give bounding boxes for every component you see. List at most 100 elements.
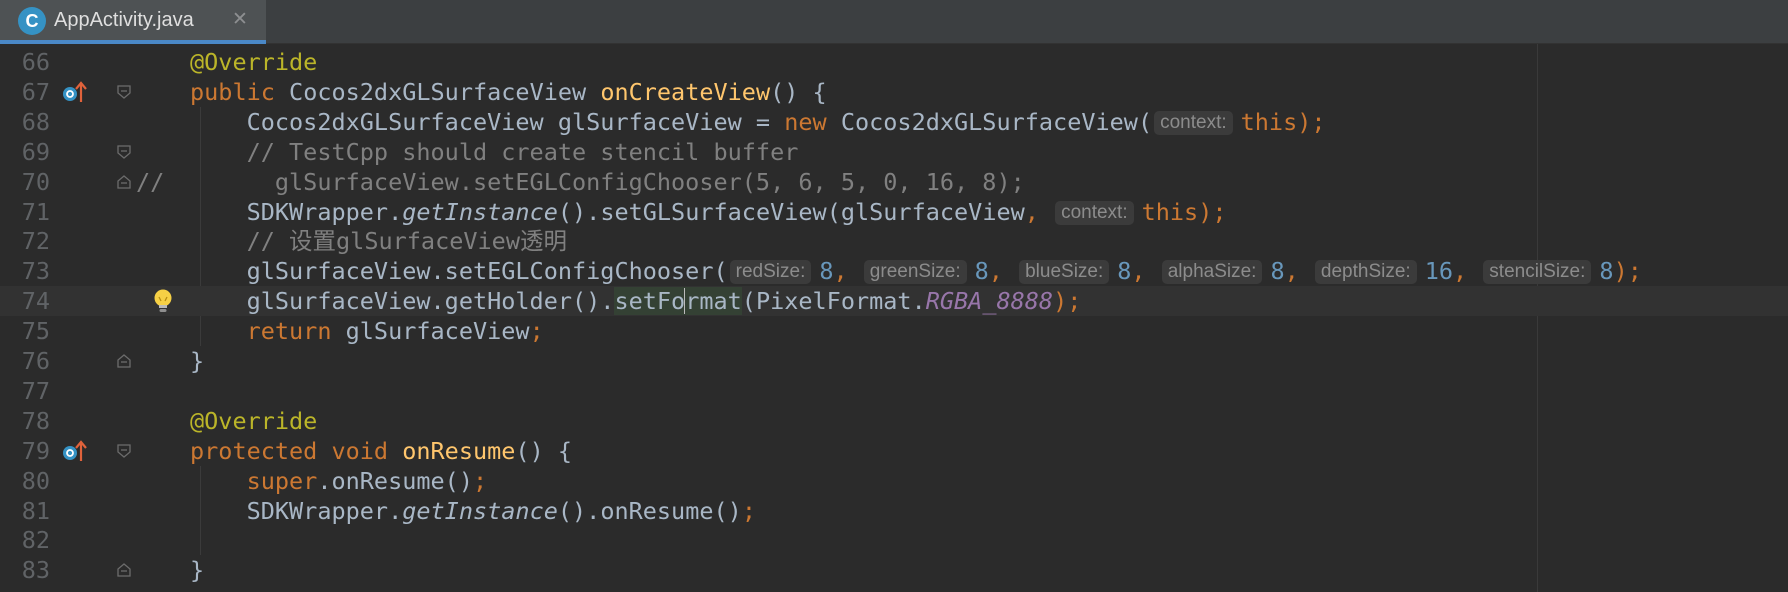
comment-prefix: // bbox=[136, 167, 165, 196]
code-token: () { bbox=[515, 436, 573, 465]
code-line[interactable]: 75 return glSurfaceView; bbox=[0, 316, 1788, 346]
code-token: // 设置glSurfaceView透明 bbox=[190, 227, 567, 256]
editor-tab-bar: C AppActivity.java ✕ bbox=[0, 0, 1788, 44]
code-text: super.onResume(); bbox=[190, 466, 488, 496]
code-text: public Cocos2dxGLSurfaceView onCreateVie… bbox=[190, 77, 827, 107]
line-number: 70 bbox=[21, 167, 50, 196]
code-token: RGBA_8888 bbox=[925, 287, 1054, 316]
code-text: glSurfaceView.setEGLConfigChooser(redSiz… bbox=[190, 256, 1642, 286]
code-token: this bbox=[1141, 197, 1199, 226]
code-line[interactable]: 80 super.onResume(); bbox=[0, 466, 1788, 496]
line-number: 82 bbox=[21, 526, 50, 555]
code-token: 8 bbox=[1270, 257, 1285, 286]
parameter-hint: alphaSize: bbox=[1161, 260, 1263, 285]
code-token: @Override bbox=[190, 48, 318, 76]
code-editor[interactable]: 66 @Override 67 public Cocos2dxGLSurfaceVie… bbox=[0, 44, 1788, 592]
code-line[interactable]: 72 // 设置glSurfaceView透明 bbox=[0, 226, 1788, 256]
code-token: getInstance bbox=[402, 496, 558, 525]
code-token: glSurfaceView.getHolder(). bbox=[190, 287, 615, 316]
code-token: SDKWrapper. bbox=[190, 197, 403, 226]
code-token: ; bbox=[529, 317, 544, 346]
line-number: 78 bbox=[21, 406, 50, 435]
intention-bulb-icon[interactable] bbox=[152, 288, 174, 314]
code-text: @Override bbox=[190, 406, 317, 436]
code-token: 8 bbox=[819, 257, 834, 286]
fold-collapse-icon[interactable] bbox=[117, 85, 131, 99]
code-line[interactable]: 82 bbox=[0, 525, 1788, 555]
code-token: Cocos2dxGLSurfaceView( bbox=[840, 107, 1153, 136]
line-number: 66 bbox=[21, 48, 50, 76]
line-number: 83 bbox=[21, 556, 50, 585]
code-token: onResume bbox=[402, 436, 516, 465]
code-line[interactable]: 77 bbox=[0, 376, 1788, 406]
code-token: 8 bbox=[1599, 257, 1614, 286]
code-token: glSurfaceView.setEGLConfigChooser( bbox=[190, 257, 728, 286]
code-token: Cocos2dxGLSurfaceView bbox=[289, 77, 601, 106]
code-text: } bbox=[190, 346, 204, 376]
code-token: setFo bbox=[614, 287, 686, 316]
code-token: glSurfaceView bbox=[345, 317, 530, 346]
code-token: () { bbox=[770, 77, 827, 106]
parameter-hint: context: bbox=[1055, 200, 1134, 225]
overrides-method-icon[interactable] bbox=[62, 439, 88, 462]
code-line[interactable]: 70 // glSurfaceView.setEGLConfigChooser(5… bbox=[0, 167, 1788, 197]
code-token: , bbox=[1284, 257, 1313, 286]
fold-end-icon[interactable] bbox=[117, 354, 131, 368]
code-line[interactable]: 79 protected void onResume() { bbox=[0, 436, 1788, 466]
code-token: (PixelFormat. bbox=[741, 287, 926, 316]
code-text: } bbox=[190, 555, 204, 585]
code-text: glSurfaceView.getHolder().setFormat(Pixe… bbox=[190, 286, 1081, 316]
line-number: 81 bbox=[21, 496, 50, 525]
code-line[interactable]: 67 public Cocos2dxGLSurfaceView onCreateV… bbox=[0, 77, 1788, 107]
fold-collapse-icon[interactable] bbox=[117, 145, 131, 159]
tab-appactivity[interactable]: C AppActivity.java ✕ bbox=[0, 0, 266, 44]
code-text: SDKWrapper.getInstance().onResume(); bbox=[190, 496, 756, 526]
code-token: , bbox=[988, 257, 1018, 286]
code-token: Cocos2dxGLSurfaceView glSurfaceView = bbox=[190, 107, 785, 136]
code-token: ); bbox=[1297, 107, 1326, 136]
code-token: 8 bbox=[974, 257, 989, 286]
code-line[interactable]: 71 SDKWrapper.getInstance().setGLSurface… bbox=[0, 197, 1788, 227]
code-line[interactable]: 83} bbox=[0, 555, 1788, 585]
code-token: new bbox=[784, 107, 841, 136]
code-token: protected bbox=[190, 436, 332, 465]
fold-end-icon[interactable] bbox=[117, 174, 131, 189]
parameter-hint: greenSize: bbox=[863, 260, 967, 285]
fold-collapse-icon[interactable] bbox=[117, 444, 131, 458]
code-token: @Override bbox=[190, 406, 318, 435]
code-line[interactable]: 73 glSurfaceView.setEGLConfigChooser(red… bbox=[0, 256, 1788, 286]
code-token: this bbox=[1240, 107, 1298, 136]
code-text: return glSurfaceView; bbox=[190, 316, 544, 346]
line-number: 72 bbox=[21, 227, 50, 256]
code-text: glSurfaceView.setEGLConfigChooser(5, 6, … bbox=[190, 167, 1025, 197]
code-line[interactable]: 74 glSurfaceView.getHolder().setFormat(P… bbox=[0, 286, 1788, 317]
close-icon[interactable]: ✕ bbox=[232, 8, 248, 30]
code-token: super bbox=[246, 466, 318, 495]
code-token: onCreateView bbox=[600, 77, 771, 106]
code-line[interactable]: 76} bbox=[0, 346, 1788, 376]
code-token: 8 bbox=[1117, 257, 1132, 286]
code-line[interactable]: 69 // TestCpp should create stencil buff… bbox=[0, 137, 1788, 167]
parameter-hint: context: bbox=[1154, 110, 1233, 135]
code-token: } bbox=[190, 347, 205, 375]
code-token: ().onResume() bbox=[557, 496, 742, 525]
code-text: // TestCpp should create stencil buffer bbox=[190, 137, 799, 167]
line-number: 71 bbox=[21, 197, 50, 226]
code-line[interactable]: 66 @Override bbox=[0, 47, 1788, 77]
code-token: , bbox=[833, 257, 862, 286]
code-line[interactable]: 81 SDKWrapper.getInstance().onResume(); bbox=[0, 496, 1788, 526]
line-number: 79 bbox=[21, 436, 50, 465]
code-token: void bbox=[331, 436, 403, 465]
code-line[interactable]: 68 Cocos2dxGLSurfaceView glSurfaceView =… bbox=[0, 107, 1788, 137]
code-token: } bbox=[190, 556, 205, 585]
overrides-method-icon[interactable] bbox=[62, 81, 88, 103]
code-line[interactable]: 78 @Override bbox=[0, 406, 1788, 436]
fold-end-icon[interactable] bbox=[117, 563, 131, 577]
code-text: @Override bbox=[190, 47, 317, 77]
code-token: public bbox=[190, 77, 290, 106]
line-number: 75 bbox=[21, 317, 50, 346]
line-number: 77 bbox=[21, 376, 50, 405]
code-token: ); bbox=[1053, 287, 1082, 316]
parameter-hint: redSize: bbox=[729, 260, 812, 285]
